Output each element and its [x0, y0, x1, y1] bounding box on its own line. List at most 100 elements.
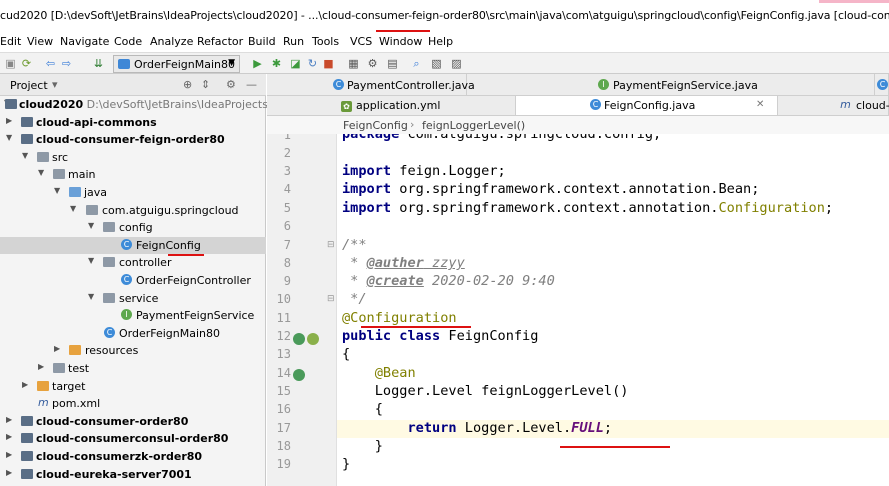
- tree-item-resources[interactable]: ▶ resources: [0, 342, 266, 360]
- search-everywhere-icon[interactable]: ⌕: [410, 57, 423, 70]
- tree-item-package[interactable]: ▼ com.atguigu.springcloud: [0, 202, 266, 220]
- chevron-right-icon[interactable]: ▶: [22, 380, 30, 389]
- vcs-icon[interactable]: ▧: [430, 57, 443, 70]
- close-icon[interactable]: ✕: [756, 99, 764, 110]
- settings-icon[interactable]: ⚙: [366, 57, 379, 70]
- menu-navigate[interactable]: Navigate: [60, 35, 109, 48]
- stop-icon[interactable]: ■: [322, 57, 335, 70]
- tree-item-cloud-consumerconsul-order80[interactable]: ▶ cloud-consumerconsul-order80: [0, 430, 266, 448]
- tree-item-paymentfeignservice[interactable]: I PaymentFeignService: [0, 307, 266, 325]
- module-folder-icon: [5, 99, 17, 109]
- tab-paymentcontroller[interactable]: C PaymentController.java: [267, 74, 475, 95]
- forward-icon[interactable]: ⇨: [60, 57, 73, 70]
- chevron-down-icon[interactable]: ▼: [88, 256, 96, 265]
- menu-build[interactable]: Build: [248, 35, 276, 48]
- tree-item-target[interactable]: ▶ target: [0, 378, 266, 396]
- tree-item-pom[interactable]: m pom.xml: [0, 395, 266, 413]
- spring-config-gutter-icon[interactable]: [307, 333, 319, 345]
- tab-overflow[interactable]: C: [875, 74, 889, 95]
- menu-view[interactable]: View: [27, 35, 53, 48]
- chevron-right-icon[interactable]: ▶: [54, 344, 62, 353]
- menu-edit[interactable]: Edit: [0, 35, 21, 48]
- tree-item-config[interactable]: ▼ config: [0, 219, 266, 237]
- back-icon[interactable]: ⇦: [44, 57, 57, 70]
- line-number: 10: [276, 292, 291, 306]
- chevron-right-icon[interactable]: ▶: [6, 116, 14, 125]
- menu-tools[interactable]: Tools: [312, 35, 339, 48]
- menu-code[interactable]: Code: [114, 35, 142, 48]
- tree-item-cloud-eureka-server7001[interactable]: ▶ cloud-eureka-server7001: [0, 466, 266, 484]
- spring-bean-gutter-icon[interactable]: [293, 369, 305, 381]
- editor-tabs-row-1: C PaymentController.java I PaymentFeignS…: [267, 74, 889, 96]
- line-number: 12: [276, 329, 291, 343]
- tab-cloud-overflow[interactable]: m cloud-: [778, 96, 889, 115]
- tree-item-cloud-api-commons[interactable]: ▶ cloud-api-commons: [0, 114, 266, 132]
- chevron-down-icon[interactable]: ▼: [88, 221, 96, 230]
- save-icon[interactable]: ▣: [4, 57, 17, 70]
- coverage-icon[interactable]: ◪: [289, 57, 302, 70]
- chevron-down-icon[interactable]: ▾: [52, 78, 58, 91]
- chevron-right-icon[interactable]: ▶: [6, 432, 14, 441]
- fold-icon[interactable]: ⊟: [327, 240, 335, 250]
- line-number: 13: [276, 347, 291, 361]
- debug-icon[interactable]: ✱: [270, 57, 283, 70]
- chevron-down-icon[interactable]: ▼: [6, 133, 14, 142]
- tree-item-controller[interactable]: ▼ controller: [0, 254, 266, 272]
- line-number: 7: [283, 238, 291, 252]
- tree-label: cloud-api-commons: [36, 115, 157, 129]
- tree-item-service[interactable]: ▼ service: [0, 290, 266, 308]
- chevron-down-icon[interactable]: ▼: [54, 186, 62, 195]
- tree-item-test[interactable]: ▶ test: [0, 360, 266, 378]
- gear-icon[interactable]: ⚙: [226, 78, 236, 91]
- menu-help[interactable]: Help: [428, 35, 453, 48]
- highlight-underline-feignconfig: [168, 254, 204, 256]
- menu-vcs[interactable]: VCS: [350, 35, 372, 48]
- chevron-down-icon[interactable]: ▼: [38, 168, 46, 177]
- chevron-right-icon[interactable]: ▶: [38, 362, 46, 371]
- tab-application-yml[interactable]: ✿ application.yml: [267, 96, 516, 115]
- tree-item-cloud2020[interactable]: ▼ cloud2020 D:\devSoft\JetBrains\IdeaPro…: [0, 96, 301, 114]
- tree-item-orderfeignmain80[interactable]: C OrderFeignMain80: [0, 325, 266, 343]
- target-icon[interactable]: ⊕: [183, 78, 192, 91]
- breadcrumb-method[interactable]: feignLoggerLevel(): [422, 119, 525, 132]
- tree-item-feignconfig[interactable]: C FeignConfig: [0, 236, 266, 255]
- menu-window[interactable]: Window: [379, 35, 422, 48]
- collapse-icon[interactable]: ⇕: [201, 78, 210, 91]
- code-editor[interactable]: 1 2 3 4 5 6 7 8 9 10 11 12 13 14 15 16 1…: [267, 134, 889, 486]
- project-structure-icon[interactable]: ▦: [347, 57, 360, 70]
- tree-item-cloud-consumer-feign-order80[interactable]: ▼ cloud-consumer-feign-order80: [0, 131, 266, 149]
- menu-analyze[interactable]: Analyze: [150, 35, 193, 48]
- tree-item-orderfeigncontroller[interactable]: C OrderFeignController: [0, 272, 266, 290]
- profile-icon[interactable]: ↻: [306, 57, 319, 70]
- tree-item-java[interactable]: ▼ java: [0, 184, 266, 202]
- tree-item-main[interactable]: ▼ main: [0, 166, 266, 184]
- tree-item-cloud-consumerzk-order80[interactable]: ▶ cloud-consumerzk-order80: [0, 448, 266, 466]
- tree-label: src: [52, 150, 69, 164]
- run-icon[interactable]: ▶: [251, 57, 264, 70]
- tab-paymentfeignservice[interactable]: I PaymentFeignService.java: [467, 74, 875, 95]
- run-configuration-select[interactable]: OrderFeignMain80 ▼: [113, 55, 240, 73]
- class-icon: C: [877, 79, 888, 90]
- git-icon[interactable]: ▨: [450, 57, 463, 70]
- chevron-right-icon[interactable]: ▶: [6, 415, 14, 424]
- menu-run[interactable]: Run: [283, 35, 304, 48]
- chevron-right-icon[interactable]: ▶: [6, 450, 14, 459]
- sdk-icon[interactable]: ▤: [386, 57, 399, 70]
- breadcrumb-class[interactable]: FeignConfig: [343, 119, 408, 132]
- tree-item-cloud-consumer-order80[interactable]: ▶ cloud-consumer-order80: [0, 413, 266, 431]
- main-toolbar: ▣ ⟳ ⇦ ⇨ ⇊ OrderFeignMain80 ▼ ▶ ✱ ◪ ↻ ■ ▦…: [0, 52, 889, 74]
- tab-feignconfig[interactable]: C FeignConfig.java ✕: [516, 96, 778, 115]
- hide-panel-icon[interactable]: —: [246, 78, 257, 91]
- chevron-down-icon[interactable]: ▼: [22, 151, 30, 160]
- project-panel-title[interactable]: Project: [10, 79, 48, 92]
- tree-item-src[interactable]: ▼ src: [0, 149, 266, 167]
- spring-bean-gutter-icon[interactable]: [293, 333, 305, 345]
- chevron-down-icon[interactable]: ▼: [70, 204, 78, 213]
- menu-refactor[interactable]: Refactor: [197, 35, 243, 48]
- code-line-11: @Configuration: [342, 310, 457, 326]
- fold-icon[interactable]: ⊟: [327, 294, 335, 304]
- chevron-down-icon[interactable]: ▼: [88, 292, 96, 301]
- sync-icon[interactable]: ⟳: [20, 57, 33, 70]
- chevron-right-icon[interactable]: ▶: [6, 468, 14, 477]
- build-icon[interactable]: ⇊: [92, 57, 105, 70]
